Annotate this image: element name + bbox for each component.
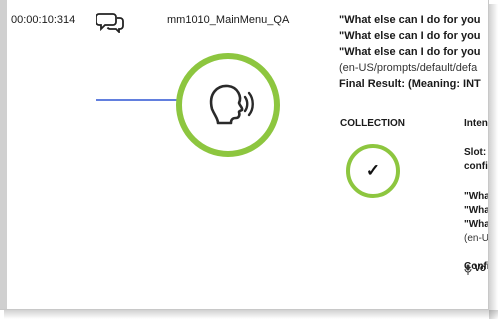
slot-label: Slot: xyxy=(464,147,487,158)
intent-prompt-lines: "What "What "What (en-U xyxy=(464,190,488,246)
timestamp: 00:00:10:314 xyxy=(11,14,76,26)
speaking-head-highlight xyxy=(176,53,280,157)
speaking-head-icon xyxy=(209,84,254,125)
chat-bubbles-icon xyxy=(96,13,124,33)
intent-prompt-line: "What xyxy=(464,219,488,230)
page-shadow-bottom xyxy=(4,310,498,319)
page-shadow-right xyxy=(489,4,498,319)
intent-prompt-line: "What xyxy=(464,205,488,216)
intent-prompt-line: "What xyxy=(464,191,488,202)
prompt-line: "What else can I do for you xyxy=(339,46,481,58)
confidence-label: confi xyxy=(464,161,488,172)
intent-header: Intent xyxy=(464,118,489,129)
check-icon: ✓ xyxy=(365,161,381,180)
interaction-log-panel: 00:00:10:314 mm1010_MainMenu_QA "What el… xyxy=(0,0,489,310)
dialog-state-name: mm1010_MainMenu_QA xyxy=(167,14,290,26)
collection-check-badge: ✓ xyxy=(346,144,400,198)
prompt-path: (en-US/prompts/default/defa xyxy=(339,62,478,74)
collection-header: COLLECTION xyxy=(340,118,405,129)
final-result: Final Result: (Meaning: INT xyxy=(339,78,481,90)
slot-info: Slot: confi xyxy=(464,146,488,174)
microphone-icon xyxy=(464,264,472,275)
prompt-line: "What else can I do for you xyxy=(339,14,481,26)
voice-label: Vo xyxy=(474,263,487,274)
left-border xyxy=(0,0,7,309)
prompt-line: "What else can I do for you xyxy=(339,30,481,42)
intent-prompt-path: (en-U xyxy=(464,233,488,244)
prompt-text-column: "What else can I do for you "What else c… xyxy=(339,12,488,92)
